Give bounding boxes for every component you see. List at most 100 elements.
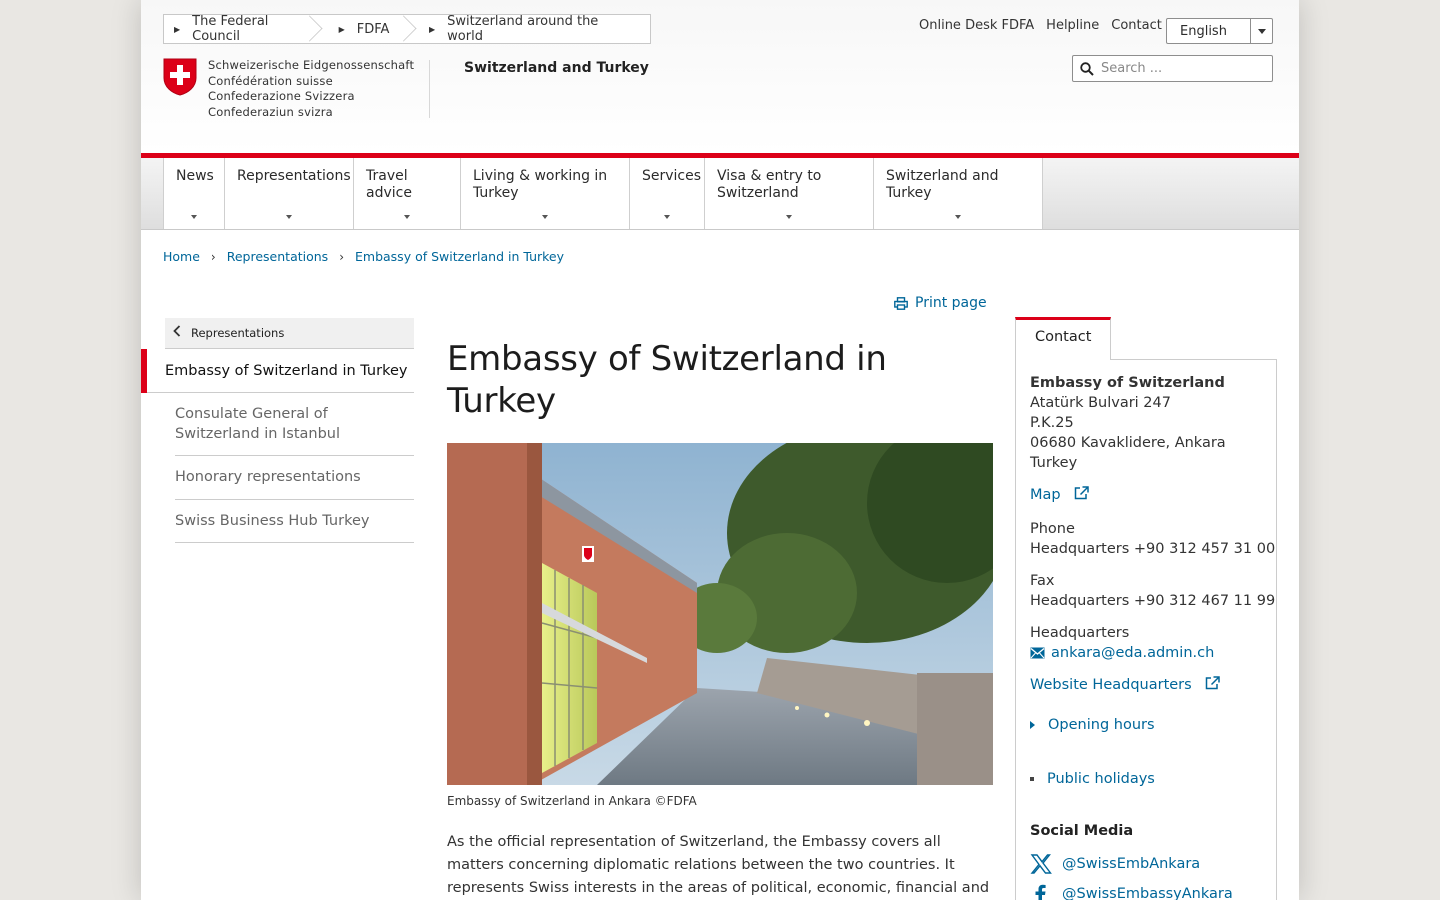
federal-nav-federal-council[interactable]: ▶ The Federal Council <box>164 14 315 44</box>
caret-down-icon <box>404 215 410 219</box>
caret-down-icon <box>286 215 292 219</box>
nav-news[interactable]: News <box>163 158 224 229</box>
triangle-right-icon: ▶ <box>174 24 181 34</box>
site-title[interactable]: Switzerland and Turkey <box>464 60 649 76</box>
fax-block: Fax Headquarters +90 312 467 11 99 <box>1030 571 1276 611</box>
fax-label: Fax <box>1030 573 1055 589</box>
external-link-icon <box>1074 486 1089 500</box>
caret-down-icon <box>542 215 548 219</box>
federal-nav-switzerland-around-the-world[interactable]: ▶ Switzerland around the world <box>409 14 650 44</box>
breadcrumb-current[interactable]: Embassy of Switzerland in Turkey <box>355 249 564 264</box>
logo-divider <box>429 60 430 118</box>
fax-value: Headquarters +90 312 467 11 99 <box>1030 593 1276 609</box>
contact-tab[interactable]: Contact <box>1015 317 1111 360</box>
nav-switzerland-and-turkey[interactable]: Switzerland and Turkey <box>873 158 1043 229</box>
map-label: Map <box>1030 487 1061 503</box>
nav-label: Living & working in Turkey <box>473 168 608 201</box>
nav-label: Representations <box>237 168 351 184</box>
page: ▶ The Federal Council ▶ FDFA ▶ Switzerla… <box>141 0 1299 900</box>
federal-nav-label: The Federal Council <box>192 14 269 44</box>
header: ▶ The Federal Council ▶ FDFA ▶ Switzerla… <box>141 0 1299 153</box>
online-desk-link[interactable]: Online Desk FDFA <box>919 18 1034 33</box>
contact-link[interactable]: Contact <box>1111 18 1162 33</box>
caret-down-icon <box>664 215 670 219</box>
subnav-item-honorary[interactable]: Honorary representations <box>175 456 414 500</box>
subnav-item-embassy-active[interactable]: Embassy of Switzerland in Turkey <box>141 349 414 393</box>
subnav-back-representations[interactable]: Representations <box>165 318 414 349</box>
sub-navigation: Representations Embassy of Switzerland i… <box>141 318 414 543</box>
facebook-logo-icon <box>1035 884 1046 900</box>
search-input[interactable] <box>1101 61 1261 76</box>
swiss-cross-shield-icon <box>163 58 197 96</box>
name-de: Schweizerische Eidgenossenschaft <box>208 58 415 72</box>
federal-navigation: ▶ The Federal Council ▶ FDFA ▶ Switzerla… <box>163 14 651 44</box>
subnav-item-consulate-istanbul[interactable]: Consulate General of Switzerland in Ista… <box>175 393 414 456</box>
public-holidays-link[interactable]: Public holidays <box>1030 769 1276 789</box>
name-fr: Confédération suisse <box>208 73 333 88</box>
confederation-names: Schweizerische Eidgenossenschaft Confédé… <box>208 58 414 121</box>
embassy-photo <box>447 443 993 785</box>
chevron-right-icon: › <box>210 249 216 264</box>
external-link-icon <box>1206 676 1221 690</box>
breadcrumb-representations[interactable]: Representations <box>227 249 328 264</box>
subnav-item-label: Swiss Business Hub Turkey <box>175 512 370 529</box>
contact-box: Embassy of Switzerland Atatürk Bulvari 2… <box>1015 359 1277 900</box>
printer-icon <box>894 296 908 310</box>
confederation-logo[interactable]: Schweizerische Eidgenossenschaft Confédé… <box>163 58 414 121</box>
subnav-back-label: Representations <box>191 326 285 340</box>
address-line: P.K.25 <box>1030 415 1074 431</box>
email-address: ankara@eda.admin.ch <box>1051 645 1215 661</box>
chevron-right-icon: › <box>339 249 344 264</box>
subnav-active-label: Embassy of Switzerland in Turkey <box>165 362 408 379</box>
language-select[interactable]: English <box>1166 18 1273 44</box>
subnav-item-label: Honorary representations <box>175 469 361 485</box>
public-holidays-label: Public holidays <box>1047 771 1155 787</box>
image-caption: Embassy of Switzerland in Ankara ©FDFA <box>447 794 697 808</box>
nav-representations[interactable]: Representations <box>224 158 353 229</box>
social-x-handle: @SwissEmbAnkara <box>1062 856 1201 872</box>
social-media-heading: Social Media <box>1030 823 1134 839</box>
caret-down-icon <box>191 215 197 219</box>
email-link[interactable]: ankara@eda.admin.ch <box>1030 643 1276 663</box>
website-link[interactable]: Website Headquarters <box>1030 675 1276 695</box>
email-block: Headquarters ankara@eda.admin.ch <box>1030 623 1276 663</box>
federal-nav-label: Switzerland around the world <box>447 14 599 44</box>
social-x-link[interactable]: @SwissEmbAnkara <box>1030 853 1276 875</box>
main-navigation: News Representations Travel advice Livin… <box>141 158 1299 230</box>
name-rm: Confederaziun svizra <box>208 105 333 120</box>
search-icon[interactable] <box>1073 61 1101 76</box>
print-page-button[interactable]: Print page <box>894 295 987 311</box>
nav-visa-entry[interactable]: Visa & entry to Switzerland <box>704 158 873 229</box>
nav-label: Visa & entry to Switzerland <box>717 168 822 201</box>
social-facebook-link[interactable]: @SwissEmbassyAnkara <box>1030 883 1276 900</box>
subnav-item-business-hub[interactable]: Swiss Business Hub Turkey <box>175 500 414 543</box>
caret-down-icon <box>955 215 961 219</box>
map-link[interactable]: Map <box>1030 485 1276 505</box>
envelope-icon <box>1030 647 1045 659</box>
opening-hours-label: Opening hours <box>1048 717 1155 733</box>
helpline-link[interactable]: Helpline <box>1046 18 1099 33</box>
phone-block: Phone Headquarters +90 312 457 31 00 <box>1030 519 1276 559</box>
search-box <box>1072 55 1273 82</box>
nav-label: News <box>176 168 214 184</box>
opening-hours-toggle[interactable]: Opening hours <box>1030 715 1276 735</box>
print-label: Print page <box>915 295 987 311</box>
breadcrumb-home[interactable]: Home <box>163 249 200 264</box>
address-line: 06680 Kavaklidere, Ankara <box>1030 435 1226 451</box>
triangle-right-icon <box>1030 721 1035 729</box>
phone-value[interactable]: Headquarters +90 312 457 31 00 <box>1030 539 1276 559</box>
nav-label: Travel advice <box>366 168 412 201</box>
address-line: Atatürk Bulvari 247 <box>1030 395 1171 411</box>
contact-name: Embassy of Switzerland <box>1030 375 1225 391</box>
triangle-right-icon: ▶ <box>429 24 436 34</box>
lead-paragraph: As the official representation of Switze… <box>447 834 990 896</box>
federal-nav-fdfa[interactable]: ▶ FDFA <box>315 15 409 43</box>
nav-services[interactable]: Services <box>629 158 704 229</box>
phone-label: Phone <box>1030 521 1075 537</box>
nav-label: Switzerland and Turkey <box>886 168 999 201</box>
language-value: English <box>1180 23 1227 39</box>
nav-living-working[interactable]: Living & working in Turkey <box>460 158 629 229</box>
chevron-down-icon <box>1250 19 1272 43</box>
nav-travel-advice[interactable]: Travel advice <box>353 158 460 229</box>
page-title: Embassy of Switzerland in Turkey <box>447 339 887 421</box>
